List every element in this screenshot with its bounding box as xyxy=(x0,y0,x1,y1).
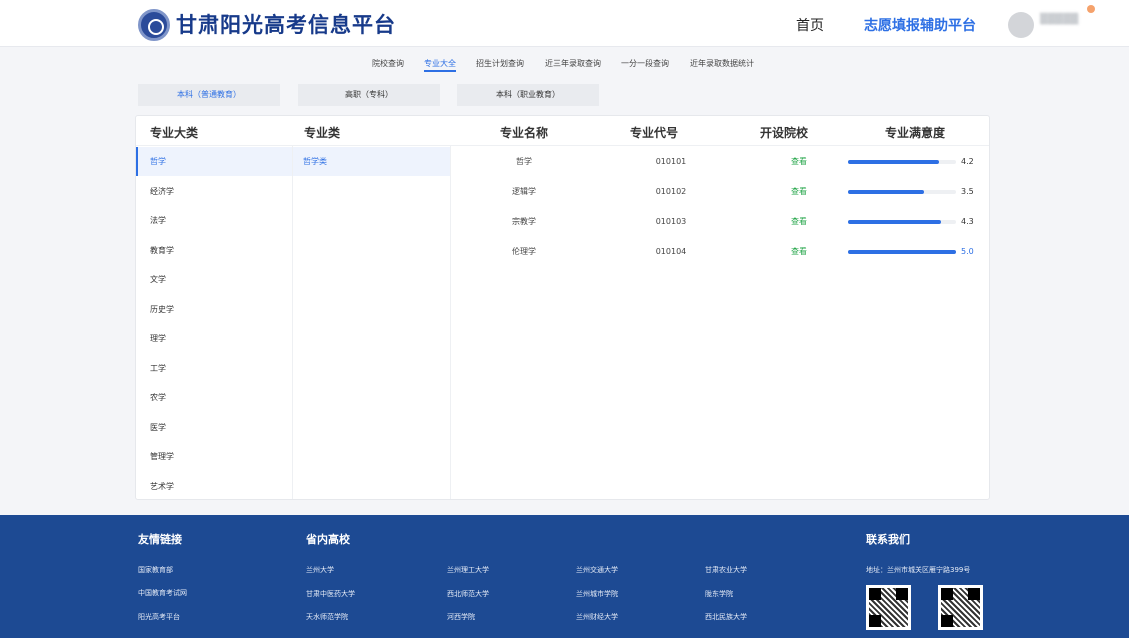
notification-dot-icon xyxy=(1087,5,1095,13)
nav-home-link[interactable]: 首页 xyxy=(796,15,824,35)
tab-vocational-college[interactable]: 高职（专科） xyxy=(298,84,440,106)
major-name: 伦理学 xyxy=(512,247,536,256)
table-row: 哲学 010101 查看 4.2 xyxy=(451,147,991,176)
satisfaction-bar-fill xyxy=(848,160,939,164)
nav-platform-link[interactable]: 志愿填报辅助平台 xyxy=(864,15,976,35)
logo-icon[interactable] xyxy=(138,9,170,41)
major-code: 010104 xyxy=(655,247,687,256)
footer-school-link[interactable]: 陇东学院 xyxy=(705,589,733,599)
category-item[interactable]: 教育学 xyxy=(136,236,292,265)
category-item[interactable]: 理学 xyxy=(136,324,292,353)
category-item[interactable]: 法学 xyxy=(136,206,292,235)
footer-link-neea[interactable]: 中国教育考试网 xyxy=(138,588,187,598)
category-item[interactable]: 文学 xyxy=(136,265,292,294)
header-divider xyxy=(136,145,989,146)
satisfaction-score: 3.5 xyxy=(961,187,974,196)
satisfaction-bar-fill xyxy=(848,220,941,224)
category-item[interactable]: 管理学 xyxy=(136,442,292,471)
footer-friend-links-title: 友情链接 xyxy=(138,533,182,546)
view-schools-link[interactable]: 查看 xyxy=(745,147,853,176)
satisfaction-score: 4.2 xyxy=(961,157,974,166)
sub-navigation: 院校查询 专业大全 招生计划查询 近三年录取查询 一分一段查询 近年录取数据统计 xyxy=(0,58,1129,74)
footer: 友情链接 国家教育部 中国教育考试网 阳光高考平台 省内高校 兰州大学甘肃中医药… xyxy=(0,515,1129,638)
active-tab-underline xyxy=(424,70,456,72)
header-satisfaction: 专业满意度 xyxy=(885,126,946,140)
category-item[interactable]: 历史学 xyxy=(136,295,292,324)
major-name: 逻辑学 xyxy=(512,187,536,196)
satisfaction-bar-track xyxy=(848,220,956,224)
satisfaction-bar-track xyxy=(848,190,956,194)
major-code: 010102 xyxy=(655,187,687,196)
major-table-panel: 专业大类 专业类 专业名称 专业代号 开设院校 专业满意度 哲学 经济学 法学 教育学… xyxy=(135,115,990,500)
table-row: 宗教学 010103 查看 4.3 xyxy=(451,207,991,236)
footer-link-moe[interactable]: 国家教育部 xyxy=(138,565,173,575)
footer-school-link[interactable]: 甘肃中医药大学 xyxy=(306,589,355,599)
footer-school-link[interactable]: 天水师范学院 xyxy=(306,612,348,622)
tab-undergrad-general[interactable]: 本科（普通教育） xyxy=(138,84,280,106)
view-schools-link[interactable]: 查看 xyxy=(745,207,853,236)
satisfaction-score: 5.0 xyxy=(961,247,974,256)
satisfaction-bar-track xyxy=(848,160,956,164)
footer-contact-title: 联系我们 xyxy=(866,533,910,546)
category-item[interactable]: 艺术学 xyxy=(136,472,292,501)
header: 甘肃阳光高考信息平台 首页 志愿填报辅助平台 ▒▒▒▒▒ xyxy=(0,0,1129,47)
category-item[interactable]: 工学 xyxy=(136,354,292,383)
subcategory-item-philosophy[interactable]: 哲学类 xyxy=(293,147,450,176)
satisfaction-bar-fill xyxy=(848,250,956,254)
qr-code-official-account xyxy=(866,585,911,630)
subnav-enrollment-plan[interactable]: 招生计划查询 xyxy=(476,58,524,69)
footer-school-link[interactable]: 甘肃农业大学 xyxy=(705,565,747,575)
footer-school-link[interactable]: 兰州财经大学 xyxy=(576,612,618,622)
subnav-three-year-admission[interactable]: 近三年录取查询 xyxy=(545,58,601,69)
footer-school-link[interactable]: 西北师范大学 xyxy=(447,589,489,599)
footer-school-link[interactable]: 兰州城市学院 xyxy=(576,589,618,599)
footer-school-link[interactable]: 兰州交通大学 xyxy=(576,565,618,575)
major-code: 010101 xyxy=(655,157,687,166)
footer-school-link[interactable]: 河西学院 xyxy=(447,612,475,622)
header-schools: 开设院校 xyxy=(760,126,809,140)
header-category: 专业大类 xyxy=(150,126,199,140)
footer-school-link[interactable]: 兰州大学 xyxy=(306,565,334,575)
category-item[interactable]: 经济学 xyxy=(136,177,292,206)
user-name-blurred[interactable]: ▒▒▒▒▒ xyxy=(1040,14,1084,28)
category-item[interactable]: 哲学 xyxy=(136,147,292,176)
subnav-admission-stats[interactable]: 近年录取数据统计 xyxy=(690,58,754,69)
site-title[interactable]: 甘肃阳光高考信息平台 xyxy=(176,9,396,39)
header-major-name: 专业名称 xyxy=(500,126,549,140)
footer-school-link[interactable]: 西北民族大学 xyxy=(705,612,747,622)
header-subcategory: 专业类 xyxy=(304,126,341,140)
footer-schools-title: 省内高校 xyxy=(306,533,350,546)
footer-address: 地址：兰州市城关区雁宁路399号 xyxy=(866,566,971,574)
category-item[interactable]: 医学 xyxy=(136,413,292,442)
qr-code-service xyxy=(938,585,983,630)
subnav-score-segment[interactable]: 一分一段查询 xyxy=(621,58,669,69)
column-divider xyxy=(292,146,293,499)
view-schools-link[interactable]: 查看 xyxy=(745,177,853,206)
footer-school-link[interactable]: 兰州理工大学 xyxy=(447,565,489,575)
footer-link-gaokao[interactable]: 阳光高考平台 xyxy=(138,612,180,622)
major-name: 哲学 xyxy=(516,157,532,166)
tab-undergrad-vocational[interactable]: 本科（职业教育） xyxy=(457,84,599,106)
subnav-major-list[interactable]: 专业大全 xyxy=(424,58,456,69)
avatar[interactable] xyxy=(1008,12,1034,38)
satisfaction-bar-track xyxy=(848,250,956,254)
header-major-code: 专业代号 xyxy=(630,126,679,140)
subnav-school-query[interactable]: 院校查询 xyxy=(372,58,404,69)
major-name: 宗教学 xyxy=(512,217,536,226)
view-schools-link[interactable]: 查看 xyxy=(745,237,853,266)
satisfaction-bar-fill xyxy=(848,190,924,194)
major-code: 010103 xyxy=(655,217,687,226)
table-row: 伦理学 010104 查看 5.0 xyxy=(451,237,991,266)
satisfaction-score: 4.3 xyxy=(961,217,974,226)
category-item[interactable]: 农学 xyxy=(136,383,292,412)
table-row: 逻辑学 010102 查看 3.5 xyxy=(451,177,991,206)
